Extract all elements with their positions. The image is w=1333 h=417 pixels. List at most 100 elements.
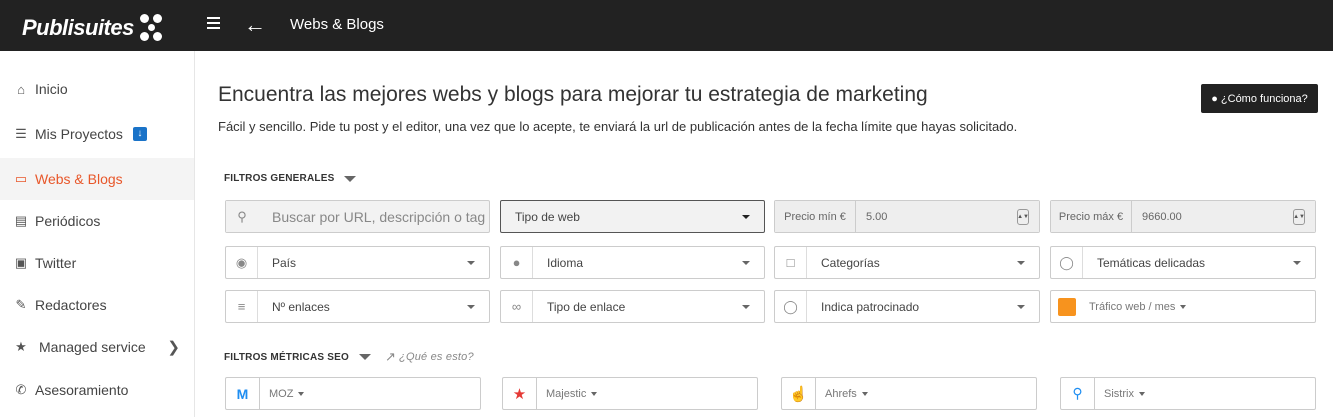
- back-arrow-icon[interactable]: ←: [244, 12, 266, 38]
- ahrefs-icon: ☝: [782, 378, 816, 409]
- page-title: Webs & Blogs: [290, 16, 384, 33]
- sistrix-select[interactable]: ⚲ Sistrix: [1060, 377, 1316, 410]
- majestic-select[interactable]: ★ Majestic: [502, 377, 758, 410]
- idioma-select[interactable]: ● Idioma: [500, 246, 765, 279]
- search-input[interactable]: Buscar por URL, descripción o tag: [258, 209, 489, 225]
- money-comment-icon: ◯: [775, 291, 807, 322]
- top-bar: Publisuites ← Webs & Blogs: [0, 0, 1333, 51]
- stepper-icon[interactable]: ▲▼: [1293, 208, 1305, 225]
- pais-select[interactable]: ◉ País: [225, 246, 490, 279]
- download-icon[interactable]: ↓: [132, 127, 147, 141]
- patrocinado-value: Indica patrocinado: [821, 299, 920, 314]
- caret-down-icon: [1180, 304, 1187, 309]
- caret-down-icon: [298, 391, 305, 396]
- menu-icon[interactable]: [207, 17, 220, 31]
- precio-min-field[interactable]: Precio mín € 5.00 ▲▼: [774, 200, 1040, 233]
- precio-max-label: Precio máx €: [1051, 201, 1132, 232]
- search-field[interactable]: ⚲ Buscar por URL, descripción o tag: [225, 200, 490, 233]
- enlaces-select[interactable]: ≡ Nº enlaces: [225, 290, 490, 323]
- bookmark-icon: □: [775, 247, 807, 278]
- star-icon: ★: [15, 339, 27, 354]
- chevron-down-icon: [1293, 260, 1301, 265]
- trafico-label: Tráfico web / mes: [1083, 301, 1315, 313]
- moz-select[interactable]: M MOZ: [225, 377, 481, 410]
- categorias-value: Categorías: [821, 255, 880, 270]
- newspaper-icon: ▤: [14, 213, 28, 228]
- categorias-select[interactable]: □ Categorías: [774, 246, 1040, 279]
- chevron-down-icon: [1017, 260, 1025, 265]
- main-heading: Encuentra las mejores webs y blogs para …: [218, 83, 928, 106]
- globe-icon: ●: [1211, 92, 1218, 105]
- sidebar-item-label: Webs & Blogs: [35, 171, 123, 187]
- caret-down-icon: [1138, 391, 1145, 396]
- trafico-value: Tráfico web / mes: [1089, 300, 1176, 313]
- chevron-right-icon: ❯: [167, 339, 180, 356]
- main-subheading: Fácil y sencillo. Pide tu post y el edit…: [218, 119, 1018, 134]
- sidebar-item-periodicos[interactable]: ▤ Periódicos: [0, 200, 194, 242]
- caret-down-icon: [591, 391, 598, 396]
- sidebar-item-redactores[interactable]: ✎ Redactores: [0, 284, 194, 326]
- sidebar-item-label: Mis Proyectos: [35, 126, 123, 142]
- logo-text: Publisuites: [22, 15, 134, 40]
- laptop-icon: ▭: [14, 171, 28, 186]
- chevron-down-icon: [467, 260, 475, 265]
- external-link-icon: ↗: [384, 349, 397, 364]
- link-icon: ∞: [501, 291, 533, 322]
- home-icon: ⌂: [17, 81, 25, 97]
- tematicas-select[interactable]: ◯ Temáticas delicadas: [1050, 246, 1316, 279]
- sidebar-item-label: Asesoramiento: [35, 382, 129, 398]
- precio-max-field[interactable]: Precio máx € 9660.00 ▲▼: [1050, 200, 1316, 233]
- sidebar-item-webs-blogs[interactable]: ▭ Webs & Blogs: [0, 158, 194, 200]
- pencil-icon: ✎: [15, 297, 27, 312]
- seo-help-text: ¿Qué es esto?: [399, 351, 474, 363]
- sidebar-item-twitter[interactable]: ▣ Twitter: [0, 242, 194, 284]
- caret-down-icon: [344, 175, 357, 182]
- logo-mark-icon: [138, 12, 166, 44]
- stepper-icon[interactable]: ▲▼: [1017, 208, 1029, 225]
- ahrefs-select[interactable]: ☝ Ahrefs: [781, 377, 1037, 410]
- majestic-label: Majestic: [537, 388, 757, 400]
- precio-min-input[interactable]: 5.00: [856, 201, 1039, 232]
- tipo-web-value: Tipo de web: [515, 209, 580, 224]
- tipo-enlace-value: Tipo de enlace: [547, 299, 626, 314]
- pais-value: País: [272, 255, 297, 270]
- filters-seo-label: FILTROS MÉTRICAS SEO: [224, 351, 349, 363]
- tipo-enlace-select[interactable]: ∞ Tipo de enlace: [500, 290, 765, 323]
- how-it-works-button[interactable]: ● ¿Cómo funciona?: [1201, 84, 1318, 113]
- chevron-down-icon: [742, 260, 750, 265]
- sidebar-item-label: Periódicos: [35, 213, 101, 229]
- search-icon: ⚲: [226, 201, 258, 232]
- sidebar: ⌂ Inicio ☰ Mis Proyectos ↓ ▭ Webs & Blog…: [0, 51, 195, 417]
- sidebar-item-label: Redactores: [35, 297, 107, 313]
- sidebar-item-label: Inicio: [35, 81, 68, 97]
- sistrix-label: Sistrix: [1095, 388, 1315, 400]
- chevron-down-icon: [742, 304, 750, 309]
- enlaces-value: Nº enlaces: [272, 299, 330, 314]
- logo[interactable]: Publisuites: [22, 12, 166, 44]
- moz-label: MOZ: [260, 388, 480, 400]
- ordered-list-icon: ≡: [226, 291, 258, 322]
- chevron-down-icon: [1017, 304, 1025, 309]
- sidebar-item-inicio[interactable]: ⌂ Inicio: [0, 68, 194, 110]
- sidebar-item-mis-proyectos[interactable]: ☰ Mis Proyectos ↓: [0, 113, 194, 155]
- filters-general-label: FILTROS GENERALES: [224, 173, 335, 184]
- idioma-value: Idioma: [547, 255, 584, 270]
- tipo-web-select[interactable]: Tipo de web: [500, 200, 765, 233]
- map-pin-icon: ◉: [226, 247, 258, 278]
- ahrefs-label: Ahrefs: [816, 388, 1036, 400]
- tematicas-value: Temáticas delicadas: [1097, 255, 1206, 270]
- caret-down-icon: [358, 354, 371, 360]
- main-content: Encuentra las mejores webs y blogs para …: [196, 51, 1333, 417]
- filters-seo-toggle[interactable]: FILTROS MÉTRICAS SEO ↗ ¿Qué es esto?: [224, 349, 474, 365]
- seo-help-link[interactable]: ↗ ¿Qué es esto?: [385, 349, 474, 365]
- how-it-works-label: ¿Cómo funciona?: [1220, 92, 1308, 105]
- sistrix-search-icon: ⚲: [1061, 378, 1095, 409]
- filters-general-toggle[interactable]: FILTROS GENERALES: [224, 173, 357, 184]
- sidebar-item-asesoramiento[interactable]: ✆ Asesoramiento: [0, 369, 194, 411]
- patrocinado-select[interactable]: ◯ Indica patrocinado: [774, 290, 1040, 323]
- sidebar-item-managed-service[interactable]: ★ Managed service ❯: [0, 326, 194, 368]
- sistrix-value: Sistrix: [1104, 387, 1134, 400]
- precio-max-input[interactable]: 9660.00: [1132, 201, 1315, 232]
- moz-icon: M: [226, 378, 260, 409]
- trafico-select[interactable]: Tráfico web / mes: [1050, 290, 1316, 323]
